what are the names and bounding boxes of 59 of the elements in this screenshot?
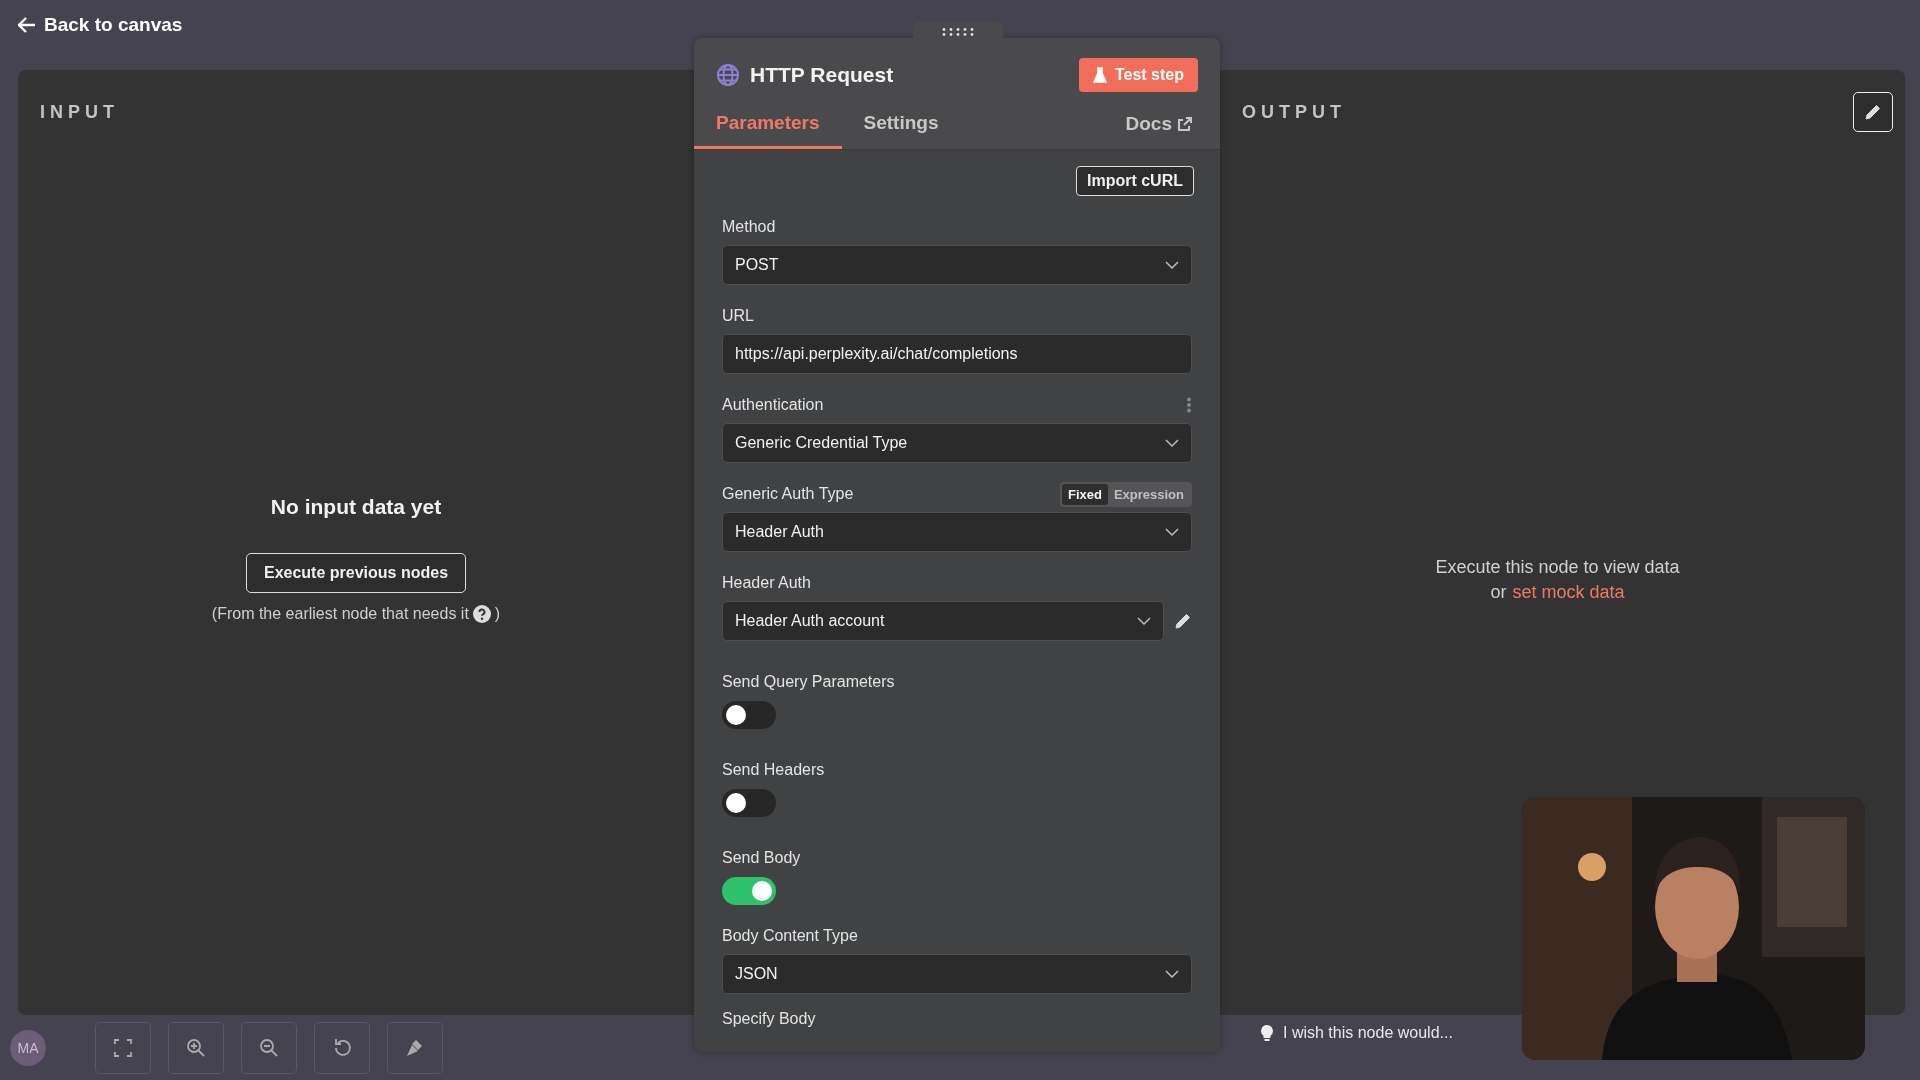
chevron-down-icon bbox=[1165, 970, 1179, 978]
field-label: Send Headers bbox=[722, 761, 826, 779]
field-label: Header Auth bbox=[722, 574, 811, 592]
field-label: Authentication bbox=[722, 396, 824, 414]
toolbar-button[interactable] bbox=[95, 1021, 151, 1074]
hint-text: ) bbox=[494, 605, 501, 623]
edit-icon bbox=[1174, 612, 1192, 630]
toggle-switch[interactable] bbox=[722, 789, 776, 817]
mode-option[interactable]: Expression bbox=[1107, 483, 1190, 505]
feedback-text[interactable]: I wish this node would... bbox=[1283, 1023, 1453, 1042]
toolbar-button[interactable] bbox=[387, 1021, 443, 1074]
dropdown-field[interactable]: POST bbox=[722, 245, 1192, 285]
globe-icon bbox=[716, 63, 740, 87]
dropdown-field[interactable]: Header Auth bbox=[722, 512, 1192, 552]
field-label: Method bbox=[722, 218, 776, 236]
panel-title: OUTPUT bbox=[1242, 102, 1346, 123]
dropdown-field[interactable]: JSON bbox=[722, 954, 1192, 994]
node-title: HTTP Request bbox=[750, 63, 895, 87]
arrow-left-icon bbox=[18, 17, 36, 33]
tab[interactable]: Settings bbox=[841, 106, 961, 149]
toolbar-button[interactable] bbox=[241, 1021, 297, 1074]
chevron-down-icon bbox=[1165, 528, 1179, 536]
zoom-out-icon bbox=[258, 1036, 280, 1059]
mode-option[interactable]: Fixed bbox=[1061, 483, 1108, 505]
empty-state-text: Execute this node to view data bbox=[1435, 557, 1680, 578]
field-label: URL bbox=[722, 307, 754, 325]
external-link-icon bbox=[1178, 117, 1192, 131]
flask-icon bbox=[1092, 66, 1107, 84]
back-link[interactable]: Back to canvas bbox=[18, 14, 183, 36]
lightbulb-icon bbox=[1261, 1024, 1273, 1041]
field-label: Send Query Parameters bbox=[722, 673, 896, 691]
toggle-switch[interactable] bbox=[722, 877, 776, 905]
field-label: Body Content Type bbox=[722, 927, 858, 945]
docs-link[interactable]: Docs bbox=[1119, 112, 1198, 149]
edit-icon bbox=[1864, 103, 1882, 121]
field-label: Generic Auth Type bbox=[722, 485, 854, 503]
fit-view-icon bbox=[112, 1036, 134, 1059]
toggle-switch[interactable] bbox=[722, 701, 776, 729]
dropdown-field[interactable]: Header Auth account bbox=[722, 601, 1164, 641]
dropdown-field[interactable]: Generic Credential Type bbox=[722, 423, 1192, 463]
field-label: Send Body bbox=[722, 849, 802, 867]
empty-state-title: No input data yet bbox=[270, 495, 442, 519]
chevron-down-icon bbox=[1137, 617, 1151, 625]
field-label: Specify Body bbox=[722, 1010, 817, 1028]
edit-button[interactable] bbox=[1853, 92, 1893, 132]
zoom-in-icon bbox=[185, 1036, 207, 1059]
empty-state-text: or bbox=[1490, 582, 1507, 603]
toolbar-button[interactable] bbox=[168, 1021, 224, 1074]
import-curl-button[interactable]: Import cURL bbox=[1076, 166, 1194, 196]
more-options-icon[interactable] bbox=[1186, 397, 1192, 413]
toolbar-button[interactable] bbox=[314, 1021, 370, 1074]
execute-previous-button[interactable]: Execute previous nodes bbox=[245, 553, 467, 593]
chevron-down-icon bbox=[1165, 261, 1179, 269]
hint-text: (From the earliest node that needs it bbox=[211, 605, 469, 623]
set-mock-data-link[interactable]: set mock data bbox=[1512, 582, 1625, 603]
panel-title: INPUT bbox=[40, 102, 120, 123]
help-icon[interactable] bbox=[472, 605, 491, 623]
chevron-down-icon bbox=[1165, 439, 1179, 447]
url-input-field[interactable]: https://api.perplexity.ai/chat/completions bbox=[722, 334, 1192, 374]
